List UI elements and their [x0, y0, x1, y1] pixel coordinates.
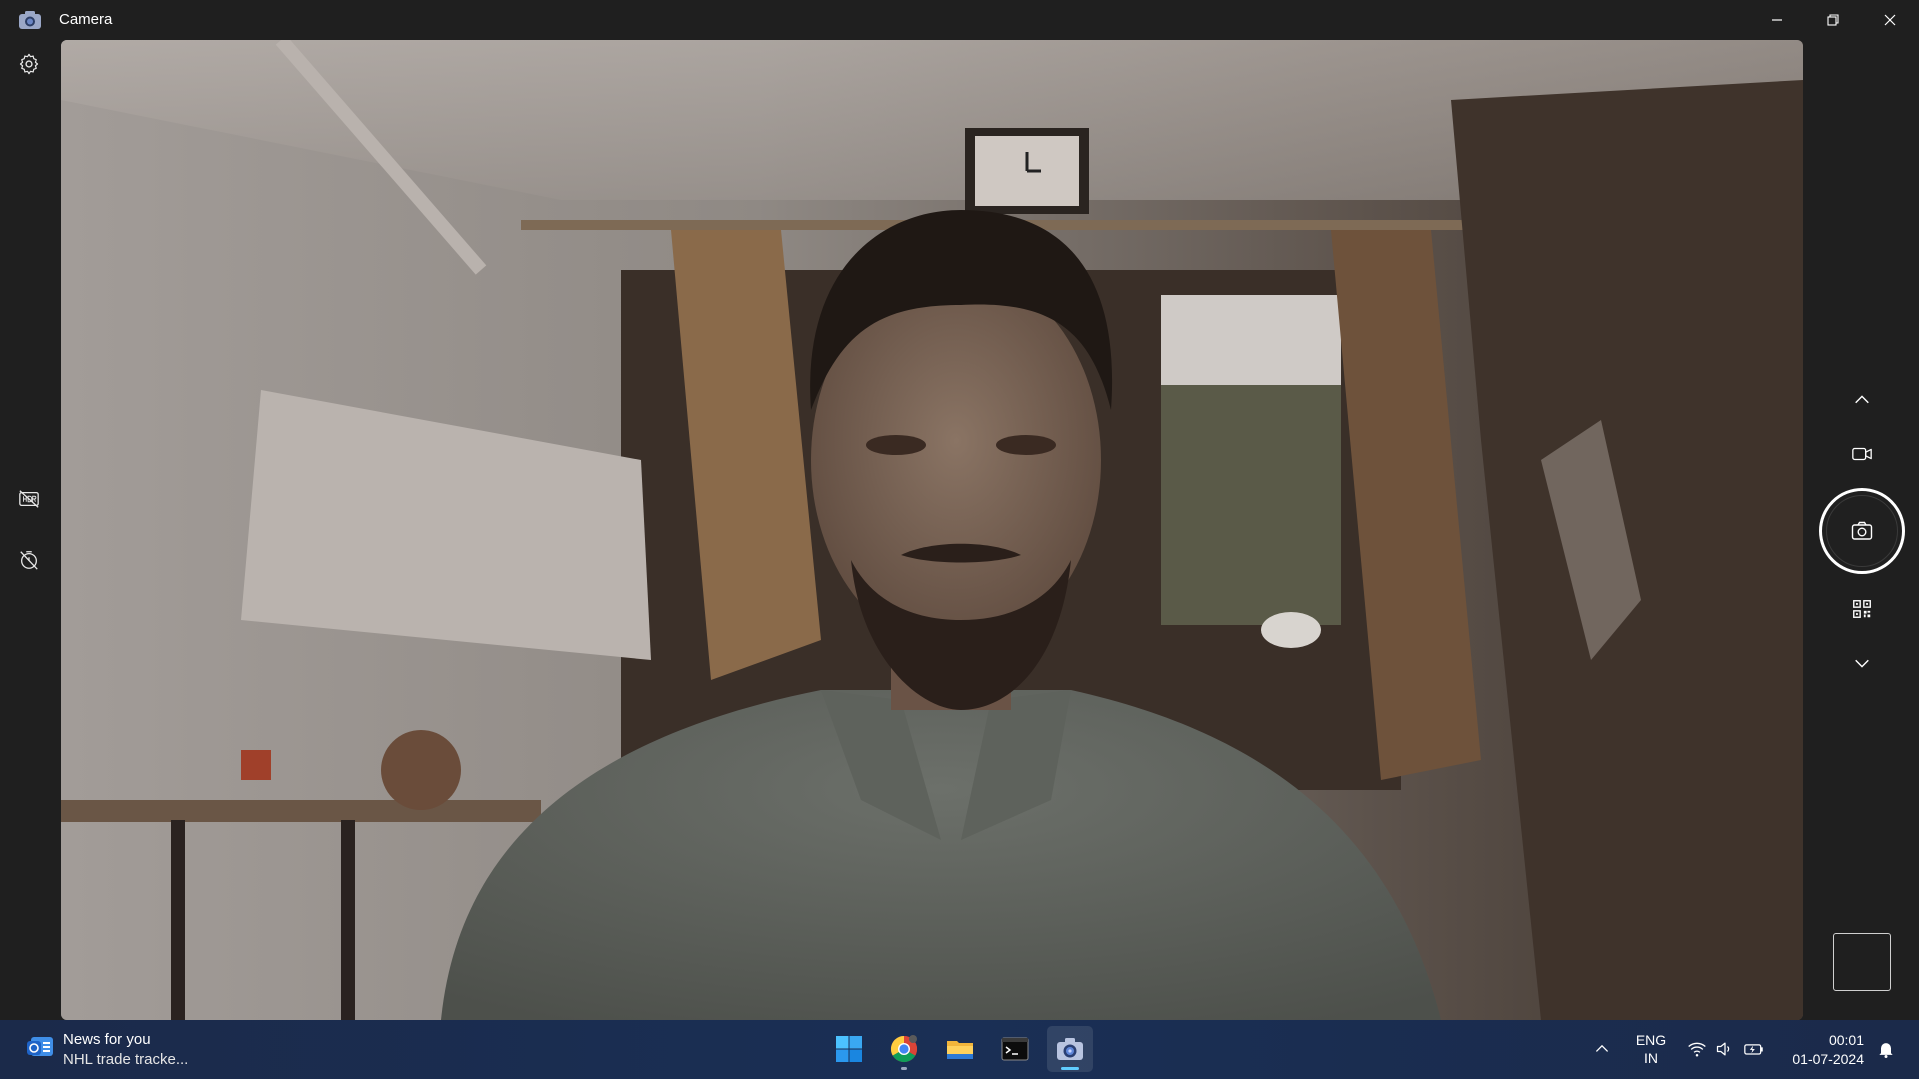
photo-shutter-icon — [1851, 521, 1873, 540]
chevron-down-icon — [1855, 659, 1869, 668]
qr-scan-button[interactable] — [1846, 593, 1878, 625]
file-explorer-icon — [947, 1041, 973, 1059]
hdr-toggle-button[interactable] — [16, 486, 42, 512]
input-language-indicator[interactable]: ENG IN — [1626, 1030, 1676, 1070]
terminal-icon — [1001, 1037, 1029, 1061]
settings-icon — [19, 53, 39, 75]
battery-charging-icon — [1744, 1044, 1763, 1055]
close-icon — [1884, 14, 1896, 26]
volume-icon — [1716, 1042, 1730, 1056]
running-indicator — [901, 1067, 907, 1070]
clock[interactable]: 00:01 01-07-2024 — [1776, 1030, 1872, 1070]
take-photo-button[interactable] — [1819, 488, 1905, 574]
camera-viewfinder[interactable] — [61, 40, 1803, 1020]
restore-icon — [1827, 14, 1839, 26]
wifi-icon — [1688, 1042, 1706, 1057]
mode-down-button[interactable] — [1846, 647, 1878, 679]
window-title: Camera — [59, 11, 113, 28]
region-code: IN — [1644, 1050, 1658, 1066]
volume-button[interactable] — [1714, 1038, 1736, 1060]
close-button[interactable] — [1862, 0, 1918, 40]
camera-window: Camera — [0, 0, 1919, 1020]
minimize-button[interactable] — [1749, 0, 1805, 40]
video-mode-icon — [1852, 447, 1872, 461]
news-widget-subtitle[interactable]: NHL trade tracke... — [63, 1051, 188, 1068]
timer-off-icon — [20, 551, 38, 570]
news-widget-title[interactable]: News for you — [63, 1031, 151, 1048]
camera-app-icon — [18, 10, 42, 30]
clock-time: 00:01 — [1828, 1032, 1864, 1048]
network-button[interactable] — [1686, 1038, 1708, 1060]
battery-button[interactable] — [1743, 1038, 1765, 1060]
notifications-button[interactable] — [1875, 1038, 1897, 1060]
restore-button[interactable] — [1805, 0, 1861, 40]
qr-scan-icon — [1853, 600, 1871, 618]
clock-date: 01-07-2024 — [1792, 1051, 1864, 1067]
chrome-icon — [890, 1035, 918, 1063]
language-code: ENG — [1635, 1032, 1667, 1048]
mode-up-button[interactable] — [1846, 384, 1878, 416]
title-bar: Camera — [0, 0, 1919, 40]
minimize-icon — [1772, 19, 1782, 21]
chevron-up-icon — [1595, 1044, 1609, 1052]
taskbar-file-explorer[interactable] — [937, 1026, 983, 1072]
taskbar: News for you NHL trade tracke... ENG IN … — [0, 1020, 1919, 1079]
camera-feed — [61, 40, 1803, 1020]
bell-icon — [1879, 1043, 1893, 1058]
taskbar-terminal[interactable] — [992, 1026, 1038, 1072]
video-mode-button[interactable] — [1846, 438, 1878, 470]
start-icon — [836, 1036, 862, 1062]
last-capture-thumbnail[interactable] — [1833, 933, 1891, 991]
camera-icon — [1057, 1038, 1083, 1060]
taskbar-chrome[interactable] — [881, 1026, 927, 1072]
hdr-off-icon — [19, 490, 39, 508]
active-indicator — [1061, 1067, 1079, 1070]
chevron-up-icon — [1855, 395, 1869, 404]
news-widget-icon[interactable] — [25, 1031, 55, 1061]
timer-toggle-button[interactable] — [16, 547, 42, 573]
settings-button[interactable] — [16, 51, 42, 77]
show-hidden-icons-button[interactable] — [1591, 1038, 1613, 1060]
start-button[interactable] — [826, 1026, 872, 1072]
taskbar-camera[interactable] — [1047, 1026, 1093, 1072]
